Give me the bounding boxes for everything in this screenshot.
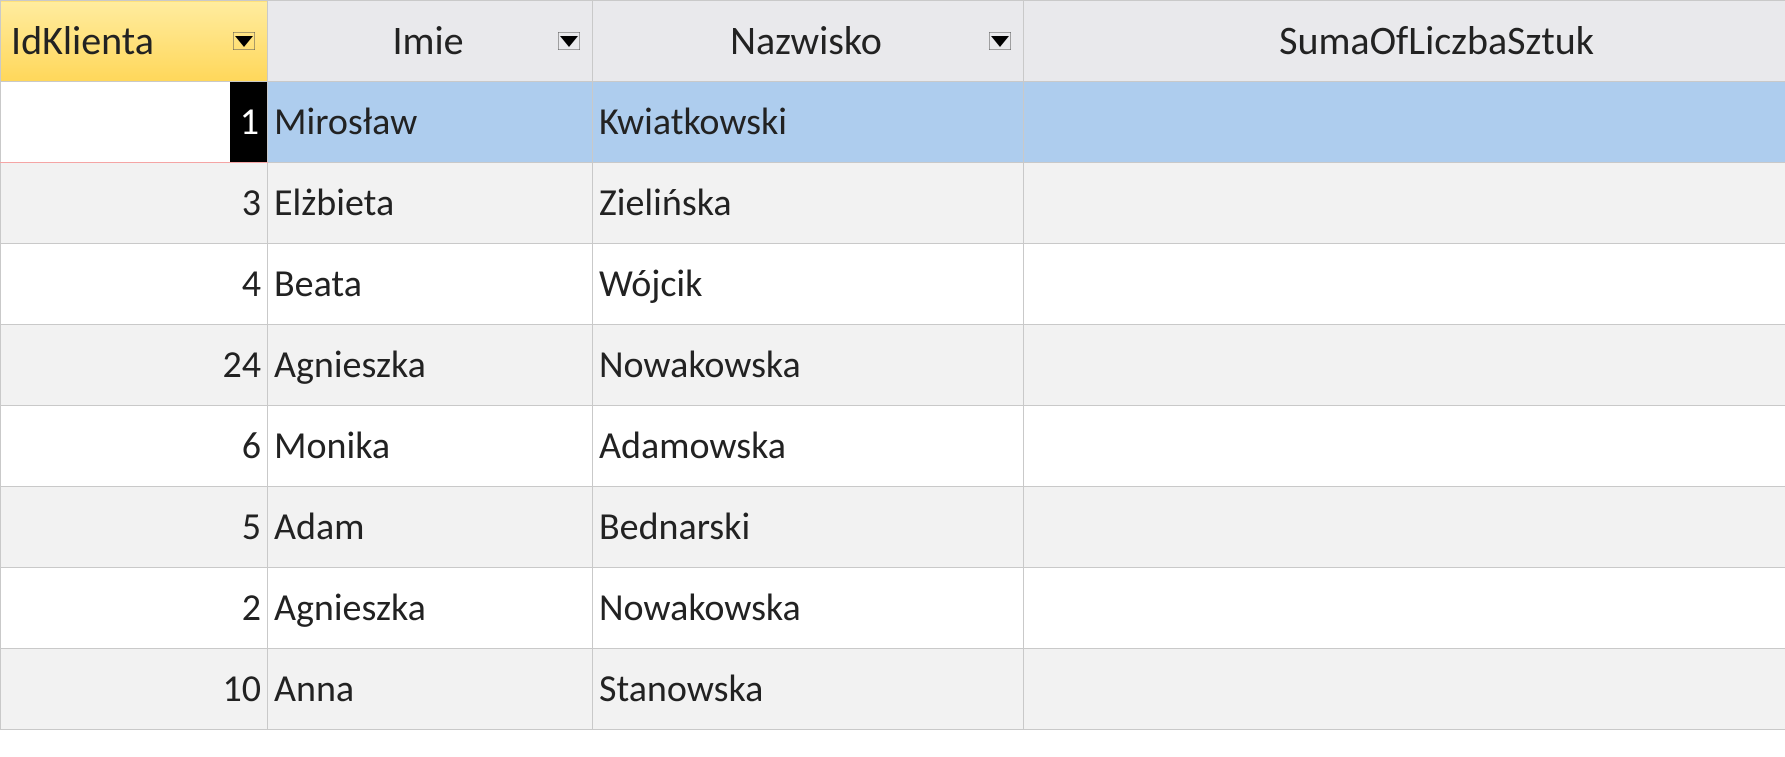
cell-suma[interactable]: 11 <box>1024 406 1785 487</box>
cell-imie[interactable]: Monika <box>268 406 593 487</box>
cell-imie[interactable]: Elżbieta <box>268 163 593 244</box>
filter-dropdown-icon[interactable] <box>989 32 1011 50</box>
cell-value: Agnieszka <box>274 342 426 388</box>
cell-imie[interactable]: Agnieszka <box>268 325 593 406</box>
cell-suma[interactable]: 12 <box>1024 325 1785 406</box>
column-header-label: SumaOfLiczbaSztuk <box>1279 16 1594 65</box>
column-header-label: Nazwisko <box>730 16 882 65</box>
cell-value: Elżbieta <box>274 180 394 226</box>
cell-value: 1 <box>240 82 259 162</box>
cell-value: Mirosław <box>274 99 417 145</box>
cell-value: 5 <box>242 504 261 550</box>
cell-suma[interactable]: 19 <box>1024 82 1785 163</box>
column-header-label: Imie <box>392 16 463 65</box>
filter-dropdown-icon[interactable] <box>558 32 580 50</box>
cell-value: Adam <box>274 504 365 550</box>
cell-value: 24 <box>222 342 261 388</box>
cell-value: Nowakowska <box>599 585 801 631</box>
active-cell[interactable]: 1 <box>230 82 267 162</box>
cell-value: Monika <box>274 423 390 469</box>
cell-nazwisko[interactable]: Wójcik <box>593 244 1024 325</box>
filter-dropdown-icon[interactable] <box>233 32 255 50</box>
cell-value: 4 <box>242 261 261 307</box>
cell-imie[interactable]: Agnieszka <box>268 568 593 649</box>
table-row[interactable]: 2 Agnieszka Nowakowska 9 <box>1 568 1785 649</box>
cell-value: Beata <box>274 261 362 307</box>
cell-imie[interactable]: Adam <box>268 487 593 568</box>
table-row[interactable]: 24 Agnieszka Nowakowska 12 <box>1 325 1785 406</box>
cell-value: Bednarski <box>599 504 750 550</box>
cell-value: Adamowska <box>599 423 786 469</box>
cell-id[interactable]: 2 <box>1 568 268 649</box>
table-row[interactable]: 4 Beata Wójcik 16 <box>1 244 1785 325</box>
cell-imie[interactable]: Beata <box>268 244 593 325</box>
cell-nazwisko[interactable]: Kwiatkowski <box>593 82 1024 163</box>
column-header-suma[interactable]: SumaOfLiczbaSztuk <box>1024 1 1785 82</box>
table-row[interactable]: 10 Anna Stanowska 2 <box>1 649 1785 730</box>
cell-nazwisko[interactable]: Bednarski <box>593 487 1024 568</box>
column-header-label: IdKlienta <box>11 16 154 65</box>
cell-id[interactable]: 4 <box>1 244 268 325</box>
cell-id[interactable]: 6 <box>1 406 268 487</box>
table-row[interactable]: 1 Mirosław Kwiatkowski 19 <box>1 82 1785 163</box>
cell-id[interactable]: 24 <box>1 325 268 406</box>
table-row[interactable]: 5 Adam Bednarski 11 <box>1 487 1785 568</box>
table-row[interactable]: 6 Monika Adamowska 11 <box>1 406 1785 487</box>
cell-suma[interactable]: 9 <box>1024 568 1785 649</box>
cell-value: 3 <box>242 180 261 226</box>
cell-nazwisko[interactable]: Nowakowska <box>593 325 1024 406</box>
cell-suma[interactable]: 18 <box>1024 163 1785 244</box>
cell-suma[interactable]: 2 <box>1024 649 1785 730</box>
cell-nazwisko[interactable]: Stanowska <box>593 649 1024 730</box>
column-header-imie[interactable]: Imie <box>268 1 593 82</box>
table-row[interactable]: 3 Elżbieta Zielińska 18 <box>1 163 1785 244</box>
cell-nazwisko[interactable]: Nowakowska <box>593 568 1024 649</box>
cell-imie[interactable]: Mirosław <box>268 82 593 163</box>
cell-value: Nowakowska <box>599 342 801 388</box>
cell-value: Anna <box>274 666 354 712</box>
header-row: IdKlienta Imie Nazwisko SumaOfLiczbaSztu… <box>1 1 1785 82</box>
cell-value: 2 <box>242 585 261 631</box>
cell-suma[interactable]: 16 <box>1024 244 1785 325</box>
cell-value: Kwiatkowski <box>599 99 787 145</box>
cell-suma[interactable]: 11 <box>1024 487 1785 568</box>
cell-nazwisko[interactable]: Zielińska <box>593 163 1024 244</box>
cell-value: Wójcik <box>599 261 702 307</box>
cell-nazwisko[interactable]: Adamowska <box>593 406 1024 487</box>
cell-id[interactable]: 1 <box>1 82 268 163</box>
cell-value: 10 <box>222 666 261 712</box>
column-header-nazwisko[interactable]: Nazwisko <box>593 1 1024 82</box>
cell-value: Zielińska <box>599 180 732 226</box>
cell-value: Agnieszka <box>274 585 426 631</box>
cell-value: 6 <box>242 423 261 469</box>
cell-imie[interactable]: Anna <box>268 649 593 730</box>
column-header-idklienta[interactable]: IdKlienta <box>1 1 268 82</box>
cell-id[interactable]: 3 <box>1 163 268 244</box>
cell-id[interactable]: 10 <box>1 649 268 730</box>
cell-value: Stanowska <box>599 666 763 712</box>
cell-id[interactable]: 5 <box>1 487 268 568</box>
datasheet-grid: IdKlienta Imie Nazwisko SumaOfLiczbaSztu… <box>0 0 1785 730</box>
